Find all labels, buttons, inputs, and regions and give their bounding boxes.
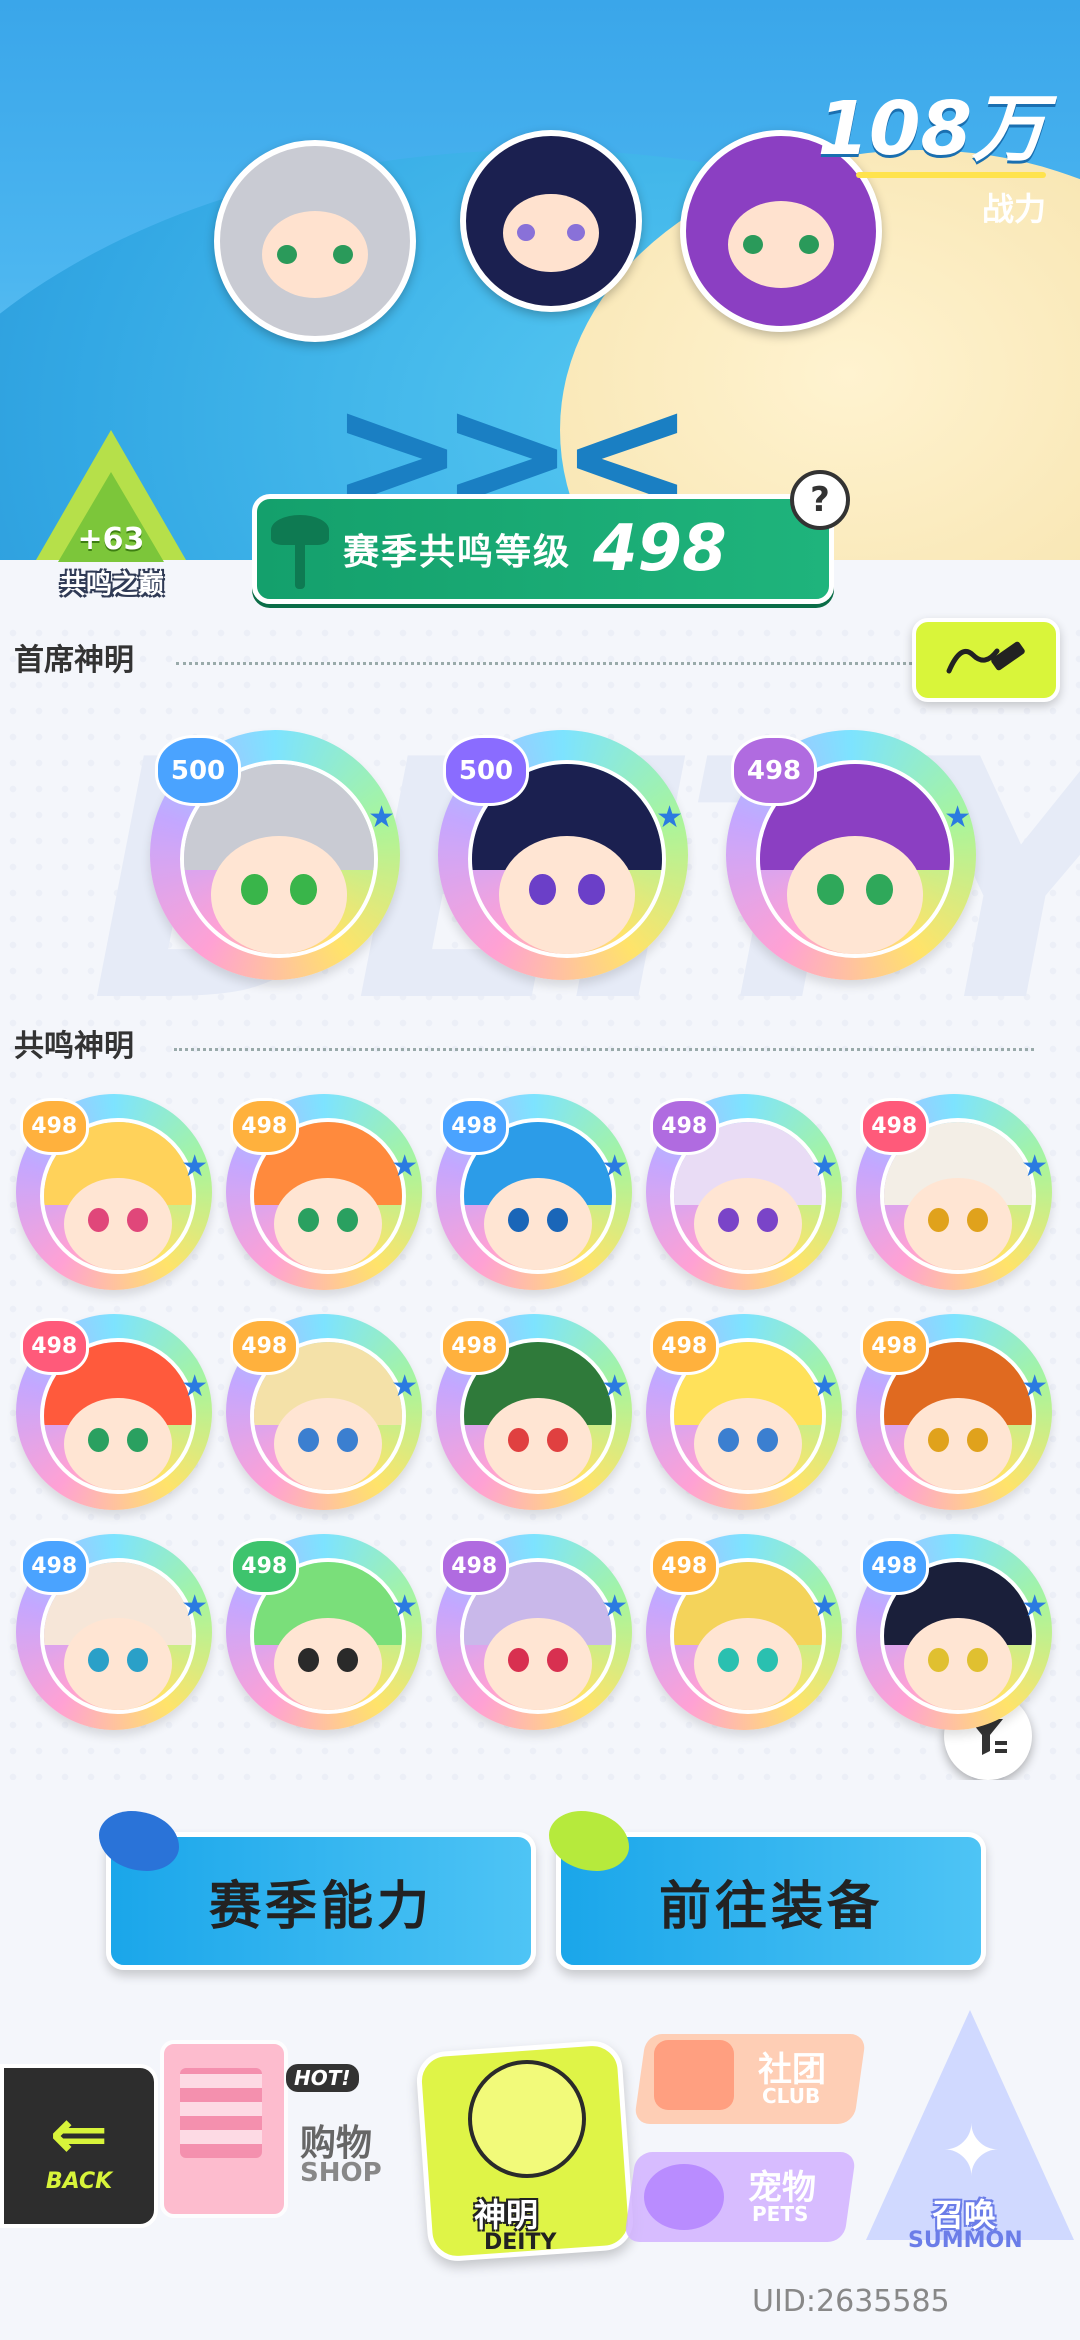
deity-level-badge: 498 — [439, 1537, 509, 1595]
deity-level-badge: 498 — [859, 1537, 929, 1595]
resonance-deity-portrait[interactable]: 498 ★ — [436, 1094, 632, 1290]
shop-label-en: SHOP — [300, 2158, 382, 2188]
season-level-value: 498 — [593, 512, 727, 586]
combat-power-value: 108万 — [817, 86, 1046, 172]
nav-summon[interactable]: ✦ 召唤 SUMMON — [866, 2000, 1080, 2253]
deity-level-badge: 498 — [229, 1097, 299, 1155]
summon-star-icon: ✦ — [942, 2110, 1001, 2192]
edit-button[interactable] — [912, 618, 1060, 702]
combat-power: 108万 战力 — [818, 92, 1046, 230]
star-icon: ★ — [811, 1588, 839, 1624]
chief-deity-portrait[interactable]: 498 ★ — [726, 730, 976, 980]
pet-icon — [644, 2164, 724, 2230]
star-icon: ★ — [811, 1148, 839, 1184]
star-icon: ★ — [391, 1588, 419, 1624]
resonance-deity-portrait[interactable]: 498 ★ — [646, 1534, 842, 1730]
back-button[interactable]: ⇐ BACK — [0, 2064, 158, 2228]
resonance-peak-label: 共鸣之巅 — [59, 570, 164, 600]
star-icon: ★ — [1021, 1148, 1049, 1184]
go-equipment-label: 前往装备 — [658, 1876, 883, 1937]
section-resonance-title: 共鸣神明 — [14, 1029, 134, 1064]
resonance-deity-portrait[interactable]: 498 ★ — [436, 1534, 632, 1730]
section-chief-title: 首席神明 — [14, 643, 134, 678]
season-level-label: 赛季共鸣等级 — [343, 532, 572, 573]
pets-label-en: PETS — [752, 2202, 809, 2226]
edit-pencil-icon — [946, 641, 1025, 674]
deity-level-badge: 498 — [649, 1537, 719, 1595]
star-icon: ★ — [368, 800, 395, 835]
back-arrow-icon: ⇐ — [49, 2092, 109, 2175]
resonance-deity-portrait[interactable]: 498 ★ — [226, 1534, 422, 1730]
help-button[interactable]: ? — [790, 470, 850, 530]
resonance-deity-portrait[interactable]: 498 ★ — [436, 1314, 632, 1510]
deity-level-badge: 498 — [19, 1317, 89, 1375]
star-icon: ★ — [181, 1588, 209, 1624]
star-icon: ★ — [811, 1368, 839, 1404]
season-ability-label: 赛季能力 — [208, 1876, 433, 1937]
star-icon: ★ — [601, 1148, 629, 1184]
club-label-en: CLUB — [762, 2084, 821, 2108]
shop-hot-badge: HOT! — [286, 2064, 359, 2092]
team-character-1[interactable] — [214, 140, 416, 342]
star-icon: ★ — [601, 1588, 629, 1624]
deity-level-badge: 498 — [229, 1537, 299, 1595]
resonance-peak-button[interactable]: +63 共鸣之巅 — [36, 430, 186, 600]
resonance-deity-portrait[interactable]: 498 ★ — [856, 1094, 1052, 1290]
deity-level-badge: 498 — [19, 1097, 89, 1155]
resonance-deity-portrait[interactable]: 498 ★ — [226, 1314, 422, 1510]
resonance-deity-portrait[interactable]: 498 ★ — [16, 1534, 212, 1730]
user-id: UID:2635585 — [752, 2284, 950, 2319]
deity-level-badge: 500 — [443, 735, 529, 806]
deity-level-badge: 500 — [155, 735, 241, 806]
deity-level-badge: 498 — [439, 1097, 509, 1155]
star-icon: ★ — [391, 1368, 419, 1404]
summon-label-en: SUMMON — [908, 2228, 1023, 2253]
resonance-deity-portrait[interactable]: 498 ★ — [646, 1314, 842, 1510]
deity-mascot-icon — [468, 2060, 586, 2178]
chief-deity-portrait[interactable]: 500 ★ — [438, 730, 688, 980]
nav-pets[interactable]: 宠物 PETS — [623, 2152, 860, 2252]
resonance-deity-portrait[interactable]: 498 ★ — [226, 1094, 422, 1290]
resonance-deity-portrait[interactable]: 498 ★ — [16, 1094, 212, 1290]
briefcase-icon — [654, 2040, 734, 2110]
nav-shop[interactable]: HOT! 购物 SHOP — [150, 2010, 400, 2220]
chief-deity-portrait[interactable]: 500 ★ — [150, 730, 400, 980]
combat-power-label: 战力 — [981, 190, 1046, 228]
resonance-deity-portrait[interactable]: 498 ★ — [16, 1314, 212, 1510]
star-icon: ★ — [1021, 1368, 1049, 1404]
resonance-deity-portrait[interactable]: 498 ★ — [856, 1314, 1052, 1510]
section-chief-deity: 首席神明 — [14, 632, 912, 682]
back-label: BACK — [45, 2168, 113, 2194]
vending-machine-icon — [160, 2040, 288, 2218]
palm-leaf-icon — [549, 1811, 629, 1871]
go-equipment-button[interactable]: 前往装备 — [549, 1811, 986, 1970]
star-icon: ★ — [656, 800, 683, 835]
deity-level-badge: 498 — [439, 1317, 509, 1375]
season-ability-button[interactable]: 赛季能力 — [99, 1811, 536, 1970]
deity-level-badge: 498 — [649, 1097, 719, 1155]
deity-level-badge: 498 — [859, 1317, 929, 1375]
resonance-deity-portrait[interactable]: 498 ★ — [856, 1534, 1052, 1730]
star-icon: ★ — [1021, 1588, 1049, 1624]
star-icon: ★ — [944, 800, 971, 835]
wave-icon — [99, 1811, 179, 1871]
nav-club[interactable]: 社团 CLUB — [633, 2034, 870, 2134]
deity-level-badge: 498 — [859, 1097, 929, 1155]
palm-tree-icon — [265, 509, 335, 589]
section-resonance-deity: 共鸣神明 — [14, 1018, 1054, 1068]
deity-level-badge: 498 — [731, 735, 817, 806]
star-icon: ★ — [601, 1368, 629, 1404]
season-level-banner: 赛季共鸣等级 498 — [252, 494, 834, 604]
resonance-peak-bonus: +63 — [77, 522, 145, 557]
star-icon: ★ — [391, 1148, 419, 1184]
deity-level-badge: 498 — [229, 1317, 299, 1375]
deity-level-badge: 498 — [19, 1537, 89, 1595]
nav-deity[interactable]: 神明 DEITY — [412, 2010, 636, 2263]
team-character-2[interactable] — [460, 130, 642, 312]
deity-label-en: DEITY — [484, 2230, 557, 2255]
star-icon: ★ — [181, 1368, 209, 1404]
deity-level-badge: 498 — [649, 1317, 719, 1375]
resonance-deity-portrait[interactable]: 498 ★ — [646, 1094, 842, 1290]
star-icon: ★ — [181, 1148, 209, 1184]
